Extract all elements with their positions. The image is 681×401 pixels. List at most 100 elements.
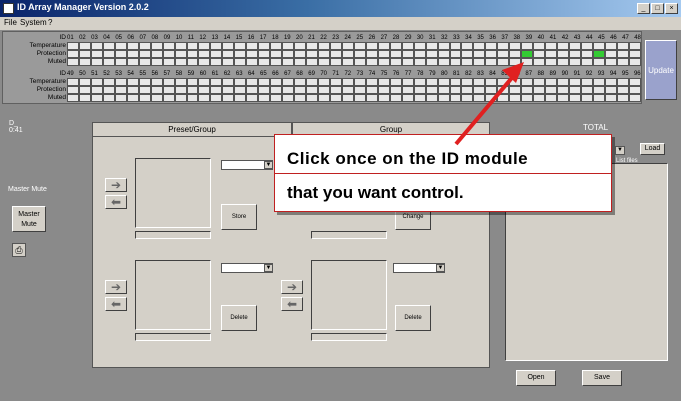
menu-system[interactable]: System: [20, 18, 47, 27]
module-id-78[interactable]: 78: [417, 70, 424, 78]
temperature-cell[interactable]: [413, 78, 426, 86]
temperature-cell[interactable]: [114, 42, 127, 50]
module-id-63[interactable]: 63: [236, 70, 243, 78]
muted-cell[interactable]: [628, 94, 641, 102]
muted-cell[interactable]: [557, 58, 570, 66]
arrow-right-icon[interactable]: ➔: [105, 178, 127, 192]
temperature-cell[interactable]: [306, 42, 319, 50]
temperature-cell[interactable]: [306, 78, 319, 86]
chevron-down-icon-2[interactable]: ▼: [264, 264, 273, 272]
protection-cell[interactable]: [90, 50, 103, 58]
temperature-cell[interactable]: [592, 42, 605, 50]
module-id-96[interactable]: 96: [634, 70, 641, 78]
module-id-09[interactable]: 09: [164, 34, 171, 42]
module-id-92[interactable]: 92: [586, 70, 593, 78]
muted-cell[interactable]: [126, 58, 139, 66]
muted-cell[interactable]: [67, 58, 79, 66]
temperature-cell[interactable]: [592, 78, 605, 86]
temperature-cell[interactable]: [78, 78, 91, 86]
temperature-cell[interactable]: [150, 42, 163, 50]
temperature-cell[interactable]: [210, 78, 223, 86]
temperature-cell[interactable]: [246, 78, 259, 86]
protection-cell[interactable]: [162, 50, 175, 58]
temperature-cell[interactable]: [246, 42, 259, 50]
muted-cell[interactable]: [473, 94, 486, 102]
module-id-46[interactable]: 46: [610, 34, 617, 42]
muted-cell[interactable]: [341, 94, 354, 102]
temperature-cell[interactable]: [545, 42, 558, 50]
temperature-cell[interactable]: [545, 78, 558, 86]
module-id-79[interactable]: 79: [429, 70, 436, 78]
muted-cell[interactable]: [557, 94, 570, 102]
muted-cell[interactable]: [485, 58, 498, 66]
muted-cell[interactable]: [533, 94, 546, 102]
muted-cell[interactable]: [306, 58, 319, 66]
muted-cell[interactable]: [174, 94, 187, 102]
protection-cell[interactable]: [365, 50, 378, 58]
temperature-cell[interactable]: [365, 78, 378, 86]
module-id-94[interactable]: 94: [610, 70, 617, 78]
module-id-71[interactable]: 71: [332, 70, 339, 78]
module-id-57[interactable]: 57: [164, 70, 171, 78]
chevron-down-icon-3[interactable]: ▼: [436, 264, 445, 272]
temperature-cell[interactable]: [222, 78, 235, 86]
module-id-84[interactable]: 84: [489, 70, 496, 78]
load-button[interactable]: Load: [640, 143, 665, 155]
menu-help[interactable]: ?: [48, 18, 52, 27]
muted-cell[interactable]: [210, 94, 223, 102]
temperature-cell[interactable]: [533, 42, 546, 50]
module-id-73[interactable]: 73: [357, 70, 364, 78]
temperature-cell[interactable]: [557, 78, 570, 86]
protection-cell[interactable]: [318, 86, 330, 94]
temperature-cell[interactable]: [485, 42, 498, 50]
chevron-down-icon-4[interactable]: ▼: [615, 146, 625, 155]
muted-cell[interactable]: [485, 94, 498, 102]
protection-cell[interactable]: [270, 50, 283, 58]
master-mute-button[interactable]: Master Mute: [12, 206, 46, 232]
temperature-cell[interactable]: [365, 42, 378, 50]
module-id-25[interactable]: 25: [356, 34, 363, 42]
preset-list[interactable]: [135, 158, 211, 228]
muted-cell[interactable]: [533, 58, 546, 66]
muted-cell[interactable]: [401, 58, 414, 66]
temperature-cell[interactable]: [425, 78, 438, 86]
protection-cell[interactable]: [509, 50, 522, 58]
temperature-cell[interactable]: [628, 78, 641, 86]
module-id-36[interactable]: 36: [489, 34, 496, 42]
muted-cell[interactable]: [377, 94, 390, 102]
protection-cell[interactable]: [78, 86, 91, 94]
protection-cell[interactable]: [198, 50, 211, 58]
module-id-31[interactable]: 31: [429, 34, 436, 42]
muted-cell[interactable]: [389, 58, 402, 66]
temperature-cell[interactable]: [126, 42, 139, 50]
module-id-87[interactable]: 87: [525, 70, 532, 78]
protection-cell[interactable]: [210, 50, 223, 58]
arrow-left-icon-3[interactable]: ⬅: [281, 297, 303, 311]
muted-cell[interactable]: [270, 94, 283, 102]
protection-cell[interactable]: [604, 50, 617, 58]
protection-cell[interactable]: [628, 86, 641, 94]
module-id-23[interactable]: 23: [332, 34, 339, 42]
protection-cell[interactable]: [449, 50, 462, 58]
temperature-cell[interactable]: [497, 42, 510, 50]
module-id-14[interactable]: 14: [224, 34, 231, 42]
module-id-22[interactable]: 22: [320, 34, 327, 42]
muted-cell[interactable]: [138, 58, 151, 66]
temperature-cell[interactable]: [150, 78, 163, 86]
arrow-left-icon[interactable]: ⬅: [105, 195, 127, 209]
muted-cell[interactable]: [282, 94, 295, 102]
temperature-cell[interactable]: [114, 78, 127, 86]
muted-cell[interactable]: [413, 58, 426, 66]
muted-cell[interactable]: [461, 58, 474, 66]
muted-cell[interactable]: [545, 94, 558, 102]
muted-cell[interactable]: [270, 58, 283, 66]
temperature-cell[interactable]: [78, 42, 91, 50]
group-name-field[interactable]: [311, 231, 387, 239]
protection-cell[interactable]: [329, 50, 342, 58]
protection-cell[interactable]: [389, 86, 402, 94]
module-id-70[interactable]: 70: [320, 70, 327, 78]
module-id-37[interactable]: 37: [501, 34, 508, 42]
muted-cell[interactable]: [449, 94, 462, 102]
muted-cell[interactable]: [258, 94, 271, 102]
protection-cell[interactable]: [592, 50, 605, 58]
